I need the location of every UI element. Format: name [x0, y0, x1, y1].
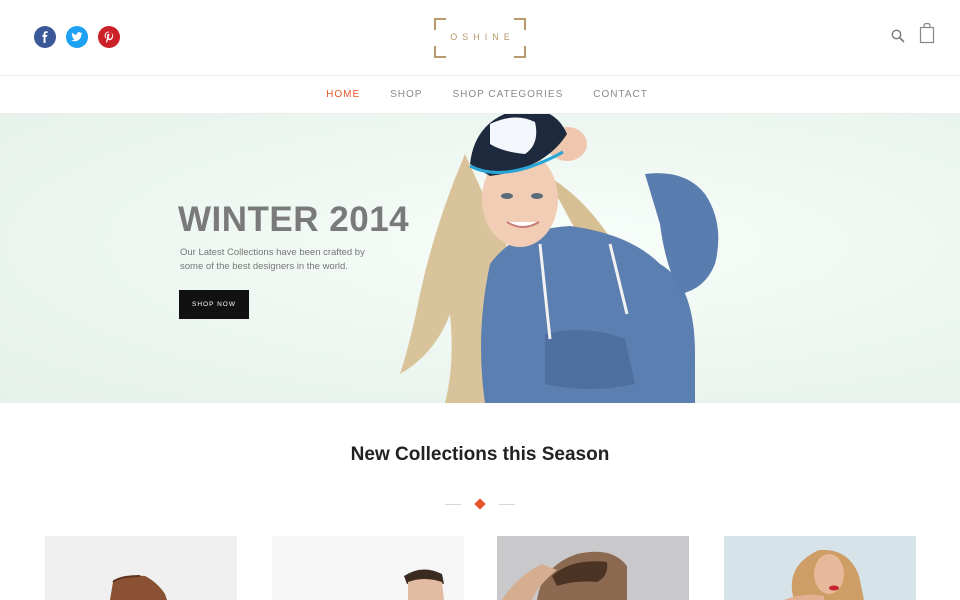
shopping-bag-icon[interactable] [918, 22, 936, 44]
logo-bracket [434, 18, 446, 30]
diamond-icon [474, 498, 486, 510]
product-man-hair-image[interactable] [497, 536, 689, 600]
collections-title: New Collections this Season [350, 444, 610, 465]
hero-model-image [400, 114, 719, 403]
nav-shop-categories[interactable]: SHOP CATEGORIES [452, 89, 563, 100]
hero-title: WINTER 2014 [178, 200, 410, 239]
pinterest-icon[interactable] [98, 26, 120, 48]
logo-bracket [434, 46, 446, 58]
twitter-icon[interactable] [66, 26, 88, 48]
divider-line [445, 504, 461, 505]
section-divider [445, 498, 515, 511]
top-header: OSHINE [0, 0, 960, 76]
logo-bracket [514, 18, 526, 30]
main-nav: HOME SHOP SHOP CATEGORIES CONTACT [0, 76, 960, 114]
search-icon[interactable] [890, 28, 906, 44]
hero-banner: WINTER 2014 Our Latest Collections have … [0, 114, 960, 403]
facebook-icon[interactable] [34, 26, 56, 48]
site-logo[interactable]: OSHINE [434, 18, 526, 58]
nav-home[interactable]: HOME [326, 89, 360, 100]
product-grid [0, 536, 960, 600]
divider-line [499, 504, 515, 505]
product-shoe-image[interactable] [45, 536, 237, 600]
logo-text: OSHINE [450, 32, 515, 42]
shop-now-button[interactable]: SHOP NOW [179, 290, 249, 319]
product-man-image[interactable] [272, 536, 464, 600]
logo-bracket [514, 46, 526, 58]
nav-contact[interactable]: CONTACT [593, 89, 648, 100]
social-links [34, 26, 120, 48]
nav-shop[interactable]: SHOP [390, 89, 422, 100]
hero-subtitle: Our Latest Collections have been crafted… [180, 247, 365, 272]
product-woman-image[interactable] [724, 536, 916, 600]
